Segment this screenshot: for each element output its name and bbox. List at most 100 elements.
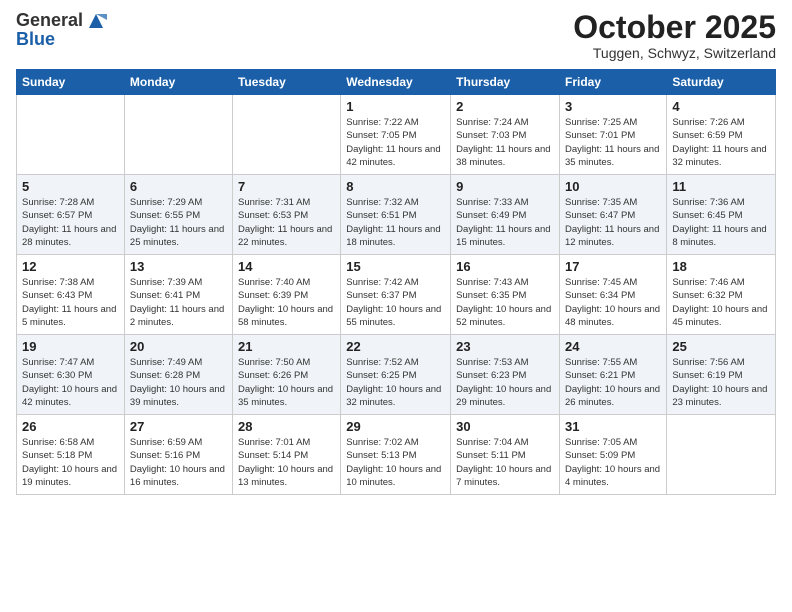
calendar-cell: 22 Sunrise: 7:52 AM Sunset: 6:25 PM Dayli… [341,335,451,415]
header-friday: Friday [560,70,667,95]
day-info: Sunrise: 7:05 AM Sunset: 5:09 PM Dayligh… [565,436,661,489]
header: General Blue October 2025 Tuggen, Schwyz… [16,10,776,61]
header-saturday: Saturday [667,70,776,95]
day-info: Sunrise: 7:47 AM Sunset: 6:30 PM Dayligh… [22,356,119,409]
logo: General Blue [16,10,107,50]
day-info: Sunrise: 7:28 AM Sunset: 6:57 PM Dayligh… [22,196,119,249]
calendar-cell: 6 Sunrise: 7:29 AM Sunset: 6:55 PM Daylig… [124,175,232,255]
day-info: Sunrise: 7:40 AM Sunset: 6:39 PM Dayligh… [238,276,335,329]
location: Tuggen, Schwyz, Switzerland [573,45,776,61]
day-number: 14 [238,259,335,274]
calendar-week-row-3: 19 Sunrise: 7:47 AM Sunset: 6:30 PM Dayli… [17,335,776,415]
day-info: Sunrise: 7:04 AM Sunset: 5:11 PM Dayligh… [456,436,554,489]
day-number: 25 [672,339,770,354]
day-number: 17 [565,259,661,274]
day-number: 26 [22,419,119,434]
day-number: 3 [565,99,661,114]
calendar-cell: 30 Sunrise: 7:04 AM Sunset: 5:11 PM Dayli… [451,415,560,495]
day-info: Sunrise: 7:29 AM Sunset: 6:55 PM Dayligh… [130,196,227,249]
day-number: 20 [130,339,227,354]
day-number: 11 [672,179,770,194]
calendar-cell: 21Sunrise: 7:50 AM Sunset: 6:26 PM Dayli… [232,335,340,415]
logo-general-text: General [16,11,83,31]
calendar-cell: 25 Sunrise: 7:56 AM Sunset: 6:19 PM Dayli… [667,335,776,415]
day-number: 22 [346,339,445,354]
calendar-week-row-2: 12 Sunrise: 7:38 AM Sunset: 6:43 PM Dayli… [17,255,776,335]
header-wednesday: Wednesday [341,70,451,95]
day-info: Sunrise: 7:39 AM Sunset: 6:41 PM Dayligh… [130,276,227,329]
calendar-cell: 14 Sunrise: 7:40 AM Sunset: 6:39 PM Dayli… [232,255,340,335]
calendar-week-row-4: 26 Sunrise: 6:58 AM Sunset: 5:18 PM Dayli… [17,415,776,495]
day-number: 6 [130,179,227,194]
header-thursday: Thursday [451,70,560,95]
calendar-cell: 13 Sunrise: 7:39 AM Sunset: 6:41 PM Dayli… [124,255,232,335]
day-number: 1 [346,99,445,114]
calendar-table: Sunday Monday Tuesday Wednesday Thursday… [16,69,776,495]
day-info: Sunrise: 7:25 AM Sunset: 7:01 PM Dayligh… [565,116,661,169]
day-info: Sunrise: 7:49 AM Sunset: 6:28 PM Dayligh… [130,356,227,409]
calendar-cell: 17 Sunrise: 7:45 AM Sunset: 6:34 PM Dayli… [560,255,667,335]
day-number: 10 [565,179,661,194]
calendar-cell [17,95,125,175]
calendar-week-row-0: 1 Sunrise: 7:22 AM Sunset: 7:05 PM Daylig… [17,95,776,175]
day-info: Sunrise: 7:01 AM Sunset: 5:14 PM Dayligh… [238,436,335,489]
calendar-cell: 24Sunrise: 7:55 AM Sunset: 6:21 PM Dayli… [560,335,667,415]
day-number: 30 [456,419,554,434]
calendar-cell: 11 Sunrise: 7:36 AM Sunset: 6:45 PM Dayli… [667,175,776,255]
calendar-cell: 8 Sunrise: 7:32 AM Sunset: 6:51 PM Daylig… [341,175,451,255]
calendar-cell: 4Sunrise: 7:26 AM Sunset: 6:59 PM Daylig… [667,95,776,175]
day-number: 16 [456,259,554,274]
header-sunday: Sunday [17,70,125,95]
day-number: 5 [22,179,119,194]
calendar-week-row-1: 5 Sunrise: 7:28 AM Sunset: 6:57 PM Daylig… [17,175,776,255]
title-block: October 2025 Tuggen, Schwyz, Switzerland [573,10,776,61]
page: General Blue October 2025 Tuggen, Schwyz… [0,0,792,612]
day-info: Sunrise: 7:55 AM Sunset: 6:21 PM Dayligh… [565,356,661,409]
day-number: 9 [456,179,554,194]
calendar-cell: 5 Sunrise: 7:28 AM Sunset: 6:57 PM Daylig… [17,175,125,255]
calendar-cell: 2 Sunrise: 7:24 AM Sunset: 7:03 PM Daylig… [451,95,560,175]
calendar-cell: 29Sunrise: 7:02 AM Sunset: 5:13 PM Dayli… [341,415,451,495]
day-number: 19 [22,339,119,354]
day-info: Sunrise: 7:45 AM Sunset: 6:34 PM Dayligh… [565,276,661,329]
day-info: Sunrise: 7:36 AM Sunset: 6:45 PM Dayligh… [672,196,770,249]
calendar-cell: 28 Sunrise: 7:01 AM Sunset: 5:14 PM Dayli… [232,415,340,495]
calendar-cell: 15Sunrise: 7:42 AM Sunset: 6:37 PM Dayli… [341,255,451,335]
day-info: Sunrise: 7:32 AM Sunset: 6:51 PM Dayligh… [346,196,445,249]
day-number: 15 [346,259,445,274]
day-number: 27 [130,419,227,434]
day-info: Sunrise: 6:58 AM Sunset: 5:18 PM Dayligh… [22,436,119,489]
day-info: Sunrise: 7:24 AM Sunset: 7:03 PM Dayligh… [456,116,554,169]
logo-icon [85,10,107,32]
day-info: Sunrise: 7:38 AM Sunset: 6:43 PM Dayligh… [22,276,119,329]
day-info: Sunrise: 7:26 AM Sunset: 6:59 PM Dayligh… [672,116,770,169]
day-number: 28 [238,419,335,434]
month-title: October 2025 [573,10,776,45]
calendar-cell: 1 Sunrise: 7:22 AM Sunset: 7:05 PM Daylig… [341,95,451,175]
day-number: 12 [22,259,119,274]
day-number: 13 [130,259,227,274]
day-number: 7 [238,179,335,194]
day-info: Sunrise: 7:33 AM Sunset: 6:49 PM Dayligh… [456,196,554,249]
header-monday: Monday [124,70,232,95]
day-info: Sunrise: 7:52 AM Sunset: 6:25 PM Dayligh… [346,356,445,409]
calendar-cell: 20 Sunrise: 7:49 AM Sunset: 6:28 PM Dayli… [124,335,232,415]
day-info: Sunrise: 7:35 AM Sunset: 6:47 PM Dayligh… [565,196,661,249]
calendar-header-row: Sunday Monday Tuesday Wednesday Thursday… [17,70,776,95]
calendar-cell: 10 Sunrise: 7:35 AM Sunset: 6:47 PM Dayli… [560,175,667,255]
day-info: Sunrise: 7:31 AM Sunset: 6:53 PM Dayligh… [238,196,335,249]
day-info: Sunrise: 6:59 AM Sunset: 5:16 PM Dayligh… [130,436,227,489]
day-number: 31 [565,419,661,434]
day-info: Sunrise: 7:43 AM Sunset: 6:35 PM Dayligh… [456,276,554,329]
day-info: Sunrise: 7:46 AM Sunset: 6:32 PM Dayligh… [672,276,770,329]
calendar-cell: 19 Sunrise: 7:47 AM Sunset: 6:30 PM Dayli… [17,335,125,415]
calendar-cell: 18Sunrise: 7:46 AM Sunset: 6:32 PM Dayli… [667,255,776,335]
calendar-cell: 27 Sunrise: 6:59 AM Sunset: 5:16 PM Dayli… [124,415,232,495]
day-number: 2 [456,99,554,114]
day-number: 8 [346,179,445,194]
day-info: Sunrise: 7:53 AM Sunset: 6:23 PM Dayligh… [456,356,554,409]
day-info: Sunrise: 7:02 AM Sunset: 5:13 PM Dayligh… [346,436,445,489]
day-info: Sunrise: 7:56 AM Sunset: 6:19 PM Dayligh… [672,356,770,409]
calendar-cell [232,95,340,175]
day-info: Sunrise: 7:22 AM Sunset: 7:05 PM Dayligh… [346,116,445,169]
